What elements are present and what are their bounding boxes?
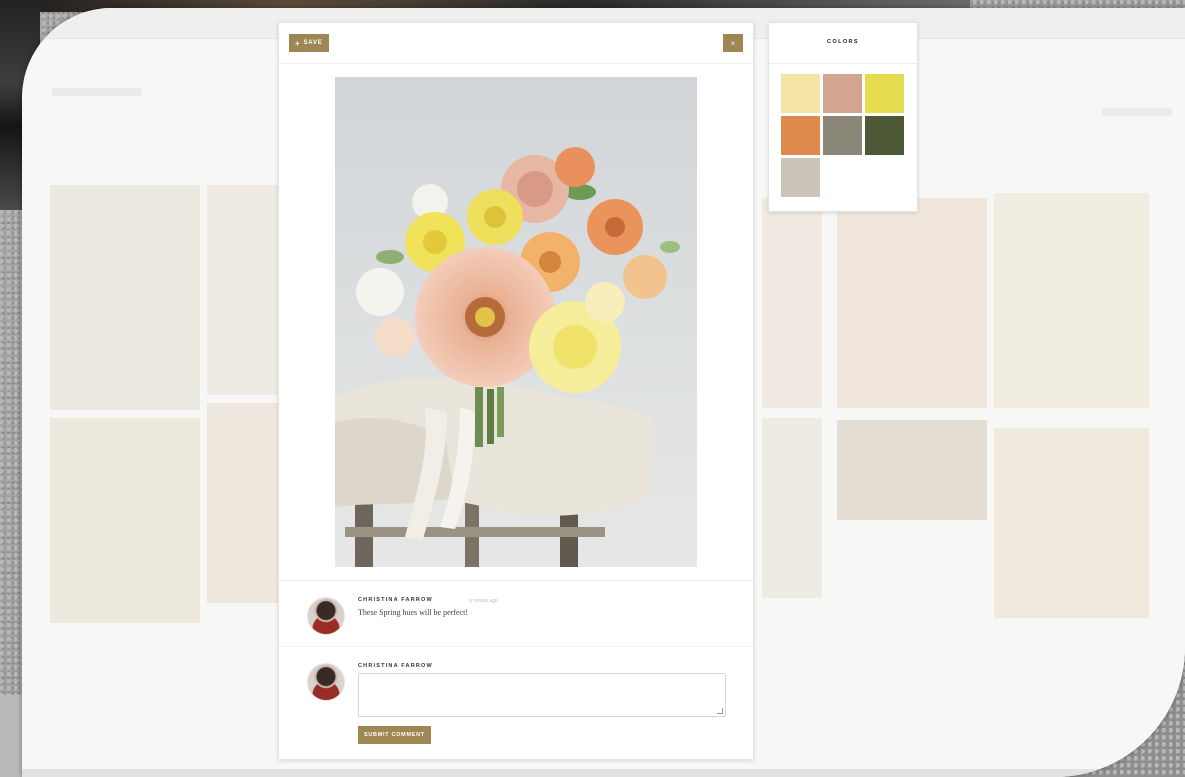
color-swatch[interactable] bbox=[781, 74, 820, 113]
commenter-avatar bbox=[307, 597, 345, 635]
bouquet-illustration bbox=[335, 77, 697, 567]
submit-comment-button[interactable]: SUBMIT COMMENT bbox=[358, 726, 431, 744]
comment-author: CHRISTINA FARROW bbox=[358, 597, 433, 603]
color-swatch[interactable] bbox=[865, 74, 904, 113]
background-footer bbox=[22, 769, 1185, 777]
plus-icon: + bbox=[295, 38, 301, 48]
color-swatch[interactable] bbox=[865, 116, 904, 155]
comment-textarea[interactable] bbox=[358, 673, 726, 717]
comment-form-author: CHRISTINA FARROW bbox=[358, 663, 433, 669]
save-button[interactable]: + SAVE bbox=[289, 34, 329, 52]
color-swatch[interactable] bbox=[781, 158, 820, 197]
pin-modal: + SAVE × CHRISTINA FARROW a minute ago T… bbox=[278, 22, 754, 760]
comment-text: These Spring hues will be perfect! bbox=[358, 608, 468, 617]
background-tile bbox=[207, 185, 287, 395]
background-link bbox=[1102, 108, 1172, 116]
background-tile bbox=[762, 198, 822, 408]
close-button[interactable]: × bbox=[723, 34, 743, 52]
divider bbox=[279, 646, 753, 647]
background-tile bbox=[837, 198, 987, 408]
background-tile bbox=[207, 403, 287, 603]
color-swatch[interactable] bbox=[823, 74, 862, 113]
submit-comment-label: SUBMIT COMMENT bbox=[364, 732, 425, 738]
background-tile bbox=[994, 193, 1149, 408]
close-icon: × bbox=[730, 38, 736, 48]
background-tile bbox=[50, 418, 200, 623]
color-swatch[interactable] bbox=[823, 116, 862, 155]
colors-panel: COLORS bbox=[768, 22, 918, 212]
resize-grip-icon[interactable] bbox=[717, 708, 723, 714]
background-tile bbox=[50, 185, 200, 410]
modal-header: + SAVE × bbox=[279, 23, 753, 64]
divider bbox=[769, 63, 917, 64]
current-user-avatar bbox=[307, 663, 345, 701]
background-tile bbox=[837, 420, 987, 520]
color-swatch[interactable] bbox=[781, 116, 820, 155]
save-label: SAVE bbox=[303, 40, 323, 46]
bouquet-image bbox=[335, 77, 697, 567]
background-tile bbox=[762, 418, 822, 598]
comment-timestamp: a minute ago bbox=[469, 598, 498, 604]
background-tile bbox=[994, 428, 1149, 618]
color-swatches bbox=[781, 74, 907, 197]
divider bbox=[279, 580, 753, 581]
colors-title: COLORS bbox=[827, 39, 859, 45]
background-heading bbox=[52, 88, 142, 96]
